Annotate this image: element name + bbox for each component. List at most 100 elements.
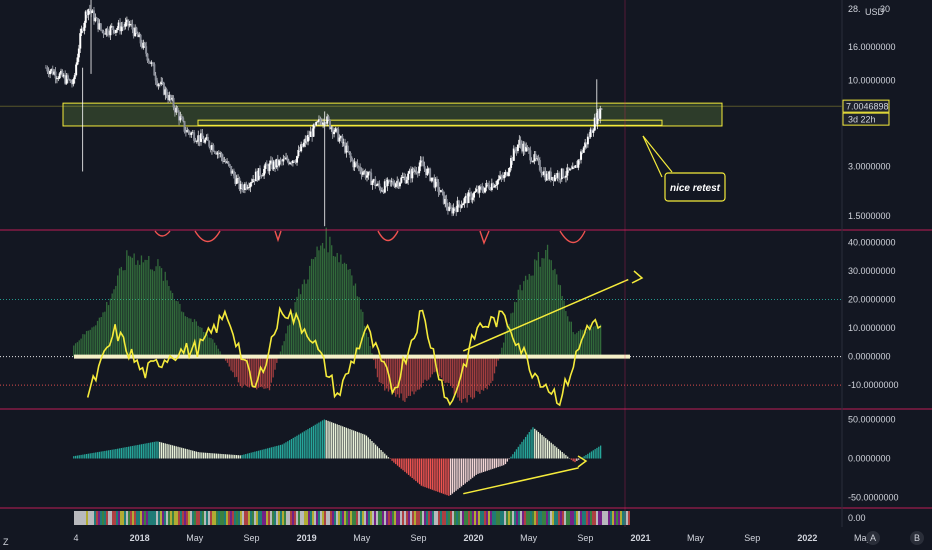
candle-body[interactable]	[426, 168, 429, 176]
candle-body[interactable]	[143, 42, 146, 47]
candle-body[interactable]	[66, 75, 69, 80]
candle-body[interactable]	[437, 182, 440, 192]
candle-body[interactable]	[338, 137, 341, 142]
candle-body[interactable]	[420, 160, 423, 162]
candle-body[interactable]	[449, 206, 452, 208]
candle-body[interactable]	[405, 179, 408, 184]
candle-body[interactable]	[481, 186, 484, 191]
candle-body[interactable]	[453, 207, 456, 209]
candle-body[interactable]	[232, 170, 235, 176]
candle-body[interactable]	[293, 160, 296, 163]
candle-body[interactable]	[564, 175, 567, 178]
candle-body[interactable]	[235, 178, 238, 184]
candle-body[interactable]	[114, 29, 117, 33]
candle-body[interactable]	[153, 64, 156, 76]
candle-body[interactable]	[139, 34, 142, 44]
candle-body[interactable]	[368, 171, 371, 173]
candle-body[interactable]	[278, 160, 281, 166]
candle-body[interactable]	[327, 116, 330, 120]
candle-body[interactable]	[374, 179, 377, 186]
candle-body[interactable]	[165, 89, 168, 97]
candle-body[interactable]	[201, 133, 204, 139]
candle-body[interactable]	[473, 192, 476, 198]
candle-body[interactable]	[582, 147, 585, 153]
candle-body[interactable]	[176, 107, 179, 113]
candle-body[interactable]	[296, 156, 299, 163]
candle-body[interactable]	[537, 158, 540, 161]
candle-body[interactable]	[462, 203, 465, 206]
candle-body[interactable]	[261, 175, 264, 177]
candle-body[interactable]	[559, 178, 562, 180]
candle-body[interactable]	[471, 197, 474, 200]
candle-body[interactable]	[479, 186, 482, 187]
candle-body[interactable]	[187, 129, 190, 133]
candle-body[interactable]	[398, 182, 401, 187]
candle-body[interactable]	[486, 182, 489, 185]
candle-body[interactable]	[206, 137, 209, 141]
candle-body[interactable]	[212, 145, 215, 152]
volume-strip-panel[interactable]	[74, 511, 630, 525]
candle-body[interactable]	[131, 23, 134, 30]
candle-body[interactable]	[375, 185, 378, 186]
candle-body[interactable]	[422, 161, 425, 167]
candle-body[interactable]	[161, 81, 164, 83]
candle-body[interactable]	[221, 157, 224, 162]
candle-body[interactable]	[445, 199, 448, 207]
candle-body[interactable]	[54, 71, 57, 79]
candle-body[interactable]	[474, 191, 477, 193]
candle-body[interactable]	[102, 31, 105, 34]
candle-body[interactable]	[316, 121, 319, 123]
candle-body[interactable]	[77, 48, 80, 58]
candle-body[interactable]	[493, 185, 496, 188]
candle-body[interactable]	[538, 160, 541, 171]
candle-body[interactable]	[75, 64, 78, 76]
candle-body[interactable]	[348, 151, 351, 154]
candle-body[interactable]	[146, 53, 149, 61]
candle-body[interactable]	[333, 131, 336, 135]
candle-body[interactable]	[263, 168, 266, 176]
candle-body[interactable]	[366, 175, 369, 178]
candle-body[interactable]	[135, 27, 138, 34]
candle-body[interactable]	[516, 144, 519, 151]
candle-body[interactable]	[600, 108, 603, 110]
candle-body[interactable]	[265, 163, 268, 166]
candle-body[interactable]	[83, 22, 86, 31]
candle-body[interactable]	[319, 119, 322, 122]
candle-body[interactable]	[350, 157, 353, 161]
candle-body[interactable]	[109, 26, 112, 36]
candle-body[interactable]	[69, 79, 72, 83]
candle-body[interactable]	[558, 173, 561, 179]
candle-body[interactable]	[180, 116, 183, 119]
candle-body[interactable]	[441, 189, 444, 192]
candle-body[interactable]	[508, 167, 511, 173]
candle-body[interactable]	[183, 121, 186, 132]
candle-body[interactable]	[386, 179, 389, 187]
candle-body[interactable]	[154, 75, 157, 81]
candle-body[interactable]	[249, 183, 252, 188]
candle-body[interactable]	[394, 183, 397, 187]
candle-body[interactable]	[483, 187, 486, 193]
candle-body[interactable]	[151, 62, 154, 65]
candle-body[interactable]	[460, 205, 463, 208]
candle-body[interactable]	[250, 182, 253, 184]
candle-body[interactable]	[76, 57, 79, 65]
candle-body[interactable]	[204, 139, 207, 143]
candle-body[interactable]	[195, 141, 198, 143]
candle-body[interactable]	[467, 192, 470, 204]
candle-body[interactable]	[172, 97, 175, 108]
candle-body[interactable]	[540, 170, 543, 174]
candle-body[interactable]	[359, 166, 362, 172]
candle-body[interactable]	[400, 177, 403, 183]
candle-body[interactable]	[227, 161, 230, 165]
candle-body[interactable]	[346, 145, 349, 152]
candle-body[interactable]	[208, 140, 211, 147]
candle-body[interactable]	[519, 139, 522, 145]
candle-body[interactable]	[248, 187, 251, 189]
candle-body[interactable]	[529, 150, 532, 161]
candle-body[interactable]	[79, 33, 82, 49]
candle-body[interactable]	[147, 60, 150, 62]
candle-body[interactable]	[599, 108, 602, 119]
support-zone-1[interactable]	[62, 102, 723, 127]
candle-body[interactable]	[586, 136, 589, 145]
candle-body[interactable]	[577, 159, 580, 168]
